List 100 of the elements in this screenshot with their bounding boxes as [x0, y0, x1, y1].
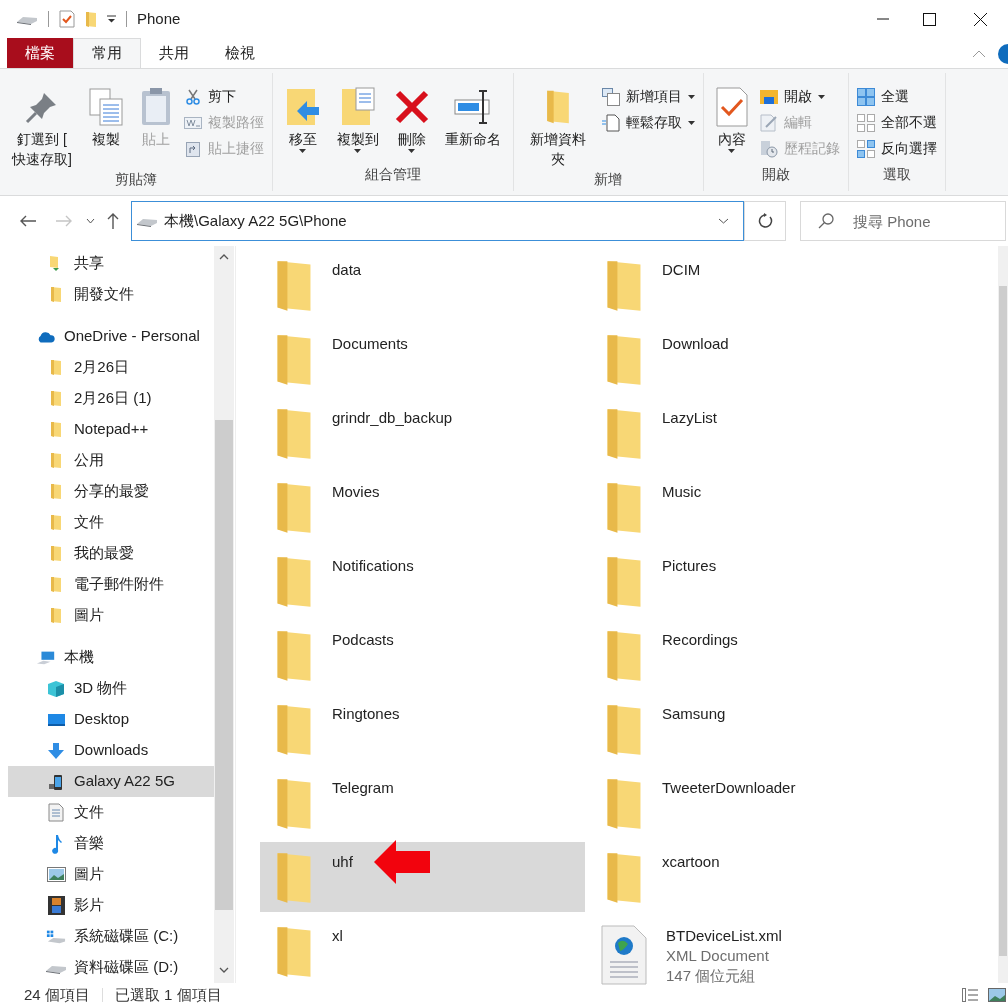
- folder-item[interactable]: LazyList: [590, 398, 920, 468]
- navigation-item[interactable]: 文件: [8, 797, 214, 828]
- scroll-down-icon[interactable]: [219, 967, 229, 973]
- help-icon[interactable]: [996, 44, 1008, 64]
- scrollbar-thumb[interactable]: [215, 420, 233, 910]
- file-name: Documents: [332, 334, 408, 354]
- navigation-item[interactable]: Desktop: [8, 704, 214, 735]
- content-scrollbar[interactable]: [998, 246, 1008, 983]
- navigation-item[interactable]: 我的最愛: [8, 538, 214, 569]
- large-icons-view-icon[interactable]: [988, 988, 1006, 1002]
- ribbon-button[interactable]: 刪除: [390, 85, 433, 164]
- navigation-item[interactable]: Downloads: [8, 735, 214, 766]
- navigation-scrollbar[interactable]: [214, 246, 234, 983]
- navigation-item[interactable]: Galaxy A22 5G: [8, 766, 214, 797]
- pointer-arrow-drawing: [374, 840, 430, 884]
- folder-icon: [50, 607, 62, 624]
- file-name: grindr_db_backup: [332, 408, 453, 428]
- music-note-icon: [49, 833, 63, 854]
- ribbon-button[interactable]: 新增資料夾: [521, 85, 594, 169]
- navigation-item[interactable]: 電子郵件附件: [8, 569, 214, 600]
- dropdown-caret-icon[interactable]: [107, 15, 116, 23]
- ribbon-group-label: 選取: [881, 165, 912, 184]
- folder-item[interactable]: Notifications: [260, 546, 585, 616]
- refresh-button[interactable]: [744, 201, 786, 241]
- navigation-item[interactable]: 圖片: [8, 859, 214, 890]
- navigation-item[interactable]: 共享: [8, 248, 214, 279]
- navigation-item[interactable]: Notepad++: [8, 414, 214, 445]
- folder-item[interactable]: Music: [590, 472, 920, 542]
- folder-item[interactable]: Telegram: [260, 768, 585, 838]
- ribbon-button[interactable]: 複製到: [332, 85, 383, 164]
- folder-item[interactable]: uhf: [260, 842, 585, 912]
- address-field[interactable]: 本機\Galaxy A22 5G\Phone: [131, 201, 744, 241]
- search-field[interactable]: 搜尋 Phone: [800, 201, 1006, 241]
- navigation-item[interactable]: 系統磁碟區 (C:): [8, 921, 214, 952]
- ribbon-button[interactable]: 全選: [856, 86, 937, 107]
- navigation-item[interactable]: 公用: [8, 445, 214, 476]
- ribbon-tab[interactable]: 檢視: [207, 38, 273, 68]
- ribbon-button[interactable]: 釘選到 [ 快速存取]: [8, 85, 76, 169]
- file-item[interactable]: BTDeviceList.xml XML Document 147 個位元組: [590, 916, 920, 986]
- ribbon-button[interactable]: 剪下: [183, 86, 264, 107]
- film-strip-icon: [47, 896, 65, 915]
- ribbon-button[interactable]: 複製: [83, 85, 128, 169]
- ribbon-button[interactable]: 重新命名: [440, 85, 505, 164]
- ribbon-button[interactable]: 反向選擇: [856, 138, 937, 159]
- ribbon-tab[interactable]: 共用: [141, 38, 207, 68]
- collapse-ribbon-icon[interactable]: [972, 50, 986, 58]
- folder-item[interactable]: Movies: [260, 472, 585, 542]
- folder-item[interactable]: Download: [590, 324, 920, 394]
- new-item-icon: [601, 87, 620, 106]
- folder-item[interactable]: xcartoon: [590, 842, 920, 912]
- file-name: BTDeviceList.xml: [666, 926, 782, 946]
- document-icon: [48, 803, 64, 822]
- file-name: Recordings: [662, 630, 738, 650]
- file-menu-tab[interactable]: 檔案: [7, 38, 73, 68]
- up-arrow-icon[interactable]: [107, 213, 119, 229]
- ribbon-button[interactable]: 內容: [711, 85, 752, 164]
- ribbon-group-label: 剪貼簿: [113, 170, 158, 189]
- ribbon-button[interactable]: 新增項目: [601, 86, 695, 107]
- folder-item[interactable]: TweeterDownloader: [590, 768, 920, 838]
- properties-check-icon[interactable]: [59, 10, 75, 28]
- file-name: Pictures: [662, 556, 717, 576]
- navigation-item[interactable]: 文件: [8, 507, 214, 538]
- ribbon-tab[interactable]: 常用: [73, 38, 141, 68]
- folder-item[interactable]: Podcasts: [260, 620, 585, 690]
- navigation-item[interactable]: 音樂: [8, 828, 214, 859]
- folder-item[interactable]: Ringtones: [260, 694, 585, 764]
- navigation-item[interactable]: 資料磁碟區 (D:): [8, 952, 214, 983]
- recent-locations-chevron-icon[interactable]: [86, 218, 95, 224]
- folder-icon: [85, 10, 97, 28]
- navigation-item[interactable]: 本機: [8, 642, 214, 673]
- navigation-item[interactable]: 影片: [8, 890, 214, 921]
- properties-check-icon: [715, 87, 748, 127]
- folder-item[interactable]: Samsung: [590, 694, 920, 764]
- ribbon-button[interactable]: 開啟: [759, 86, 840, 107]
- back-arrow-icon[interactable]: [20, 215, 36, 227]
- navigation-item[interactable]: 圖片: [8, 600, 214, 631]
- folder-item[interactable]: DCIM: [590, 250, 920, 320]
- navigation-item[interactable]: 分享的最愛: [8, 476, 214, 507]
- scrollbar-thumb[interactable]: [999, 286, 1007, 956]
- navigation-item[interactable]: 2月26日: [8, 352, 214, 383]
- ribbon-button[interactable]: 全部不選: [856, 112, 937, 133]
- file-name: xcartoon: [662, 852, 720, 872]
- scissors-icon: [184, 88, 201, 105]
- folder-item[interactable]: Documents: [260, 324, 585, 394]
- navigation-item[interactable]: OneDrive - Personal: [8, 321, 214, 352]
- folder-item[interactable]: data: [260, 250, 585, 320]
- dropdown-caret-icon: [817, 94, 825, 99]
- dropdown-caret-icon: [687, 94, 695, 99]
- file-name: Movies: [332, 482, 380, 502]
- navigation-item[interactable]: 3D 物件: [8, 673, 214, 704]
- scroll-up-icon[interactable]: [219, 254, 229, 260]
- folder-item[interactable]: grindr_db_backup: [260, 398, 585, 468]
- ribbon-button[interactable]: 移至: [280, 85, 325, 164]
- navigation-item[interactable]: 2月26日 (1): [8, 383, 214, 414]
- folder-item[interactable]: Recordings: [590, 620, 920, 690]
- navigation-item[interactable]: 開發文件: [8, 279, 214, 310]
- details-view-icon[interactable]: [962, 988, 978, 1002]
- folder-item[interactable]: xl: [260, 916, 585, 986]
- ribbon-button[interactable]: 輕鬆存取: [601, 112, 695, 133]
- folder-item[interactable]: Pictures: [590, 546, 920, 616]
